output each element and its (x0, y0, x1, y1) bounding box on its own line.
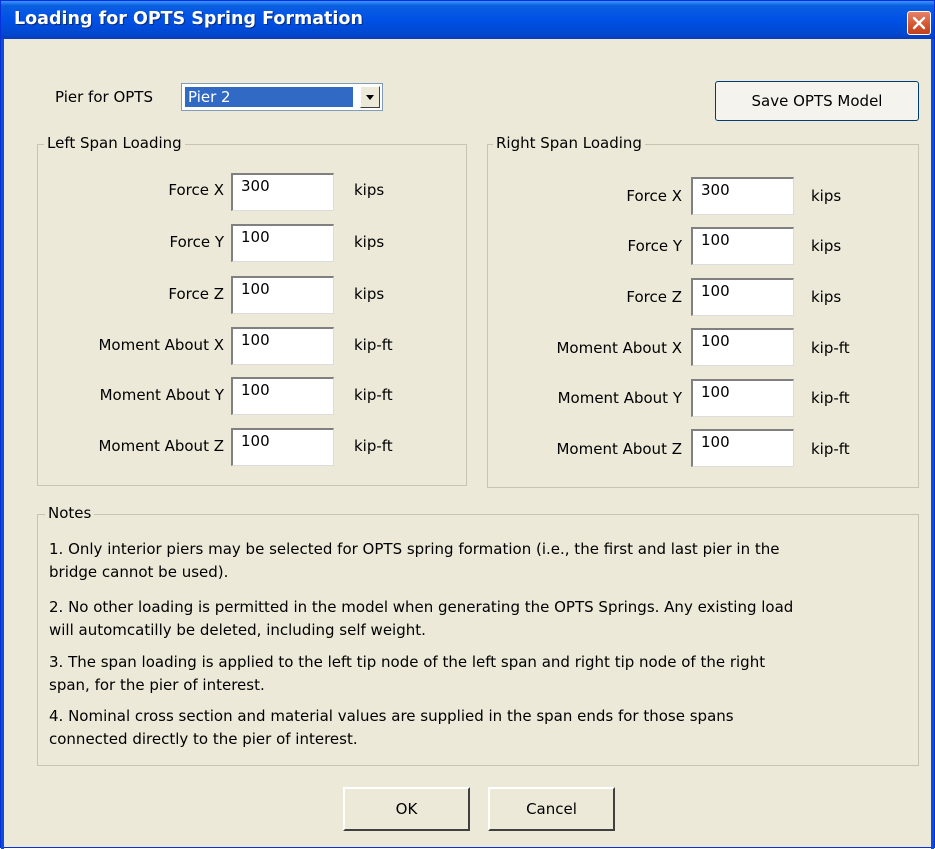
note-line: span, for the pier of interest. (49, 676, 265, 694)
note-line: bridge cannot be used). (49, 563, 229, 581)
left-span-title: Left Span Loading (44, 134, 185, 152)
right-span-title: Right Span Loading (493, 134, 645, 152)
window-border-left (1, 39, 4, 849)
left-force-x-input[interactable]: 300 (231, 173, 334, 211)
right-moment-y-input[interactable]: 100 (691, 379, 794, 417)
right-moment-x-input[interactable]: 100 (691, 328, 794, 366)
cancel-button[interactable]: Cancel (488, 787, 615, 831)
right-moment-x-unit: kip-ft (811, 339, 850, 357)
close-button[interactable] (907, 11, 931, 35)
note-line: will automcatilly be deleted, including … (49, 621, 426, 639)
right-moment-z-input[interactable]: 100 (691, 429, 794, 467)
note-item: 4. Nominal cross section and material va… (49, 705, 909, 751)
dialog-window: Loading for OPTS Spring Formation Pier f… (0, 0, 935, 849)
right-force-y-unit: kips (811, 237, 842, 255)
pier-label: Pier for OPTS (55, 88, 153, 106)
chevron-down-icon (366, 95, 374, 100)
right-moment-y-label: Moment About Y (557, 389, 682, 407)
left-force-y-label: Force Y (169, 233, 224, 251)
left-force-x-label: Force X (168, 181, 224, 199)
notes-title: Notes (45, 504, 95, 522)
right-moment-x-label: Moment About X (556, 339, 682, 357)
pier-select[interactable]: Pier 2 (181, 83, 383, 111)
note-line: 1. Only interior piers may be selected f… (49, 540, 780, 558)
ok-button[interactable]: OK (343, 787, 470, 831)
save-opts-model-button[interactable]: Save OPTS Model (715, 81, 919, 121)
note-line: 4. Nominal cross section and material va… (49, 707, 734, 725)
note-line: connected directly to the pier of intere… (49, 730, 358, 748)
left-moment-y-label: Moment About Y (99, 386, 224, 404)
left-moment-y-unit: kip-ft (354, 386, 393, 404)
right-force-z-unit: kips (811, 288, 842, 306)
left-force-z-label: Force Z (168, 285, 224, 303)
left-force-z-input[interactable]: 100 (231, 276, 334, 314)
right-moment-y-unit: kip-ft (811, 389, 850, 407)
note-line: 3. The span loading is applied to the le… (49, 653, 766, 671)
left-moment-z-input[interactable]: 100 (231, 428, 334, 466)
note-item: 1. Only interior piers may be selected f… (49, 538, 909, 584)
left-moment-y-input[interactable]: 100 (231, 377, 334, 415)
left-moment-x-unit: kip-ft (354, 336, 393, 354)
left-force-x-unit: kips (354, 181, 385, 199)
right-force-z-label: Force Z (626, 288, 682, 306)
left-force-y-input[interactable]: 100 (231, 224, 334, 262)
pier-select-dropdown-button[interactable] (360, 86, 380, 108)
left-moment-x-input[interactable]: 100 (231, 327, 334, 365)
left-force-y-unit: kips (354, 233, 385, 251)
right-moment-z-label: Moment About Z (556, 440, 682, 458)
left-moment-z-unit: kip-ft (354, 437, 393, 455)
window-border-right (931, 39, 934, 849)
right-force-y-input[interactable]: 100 (691, 227, 794, 265)
right-force-x-unit: kips (811, 187, 842, 205)
left-force-z-unit: kips (354, 285, 385, 303)
note-line: 2. No other loading is permitted in the … (49, 598, 794, 616)
close-icon (912, 16, 926, 30)
note-item: 3. The span loading is applied to the le… (49, 651, 909, 697)
note-item: 2. No other loading is permitted in the … (49, 596, 909, 642)
right-moment-z-unit: kip-ft (811, 440, 850, 458)
window-title: Loading for OPTS Spring Formation (14, 9, 363, 29)
right-force-y-label: Force Y (627, 237, 682, 255)
left-moment-x-label: Moment About X (98, 336, 224, 354)
right-force-x-input[interactable]: 300 (691, 177, 794, 215)
title-bar[interactable]: Loading for OPTS Spring Formation (1, 1, 934, 39)
pier-select-value: Pier 2 (185, 87, 353, 107)
right-force-z-input[interactable]: 100 (691, 278, 794, 316)
right-force-x-label: Force X (626, 187, 682, 205)
left-moment-z-label: Moment About Z (98, 437, 224, 455)
